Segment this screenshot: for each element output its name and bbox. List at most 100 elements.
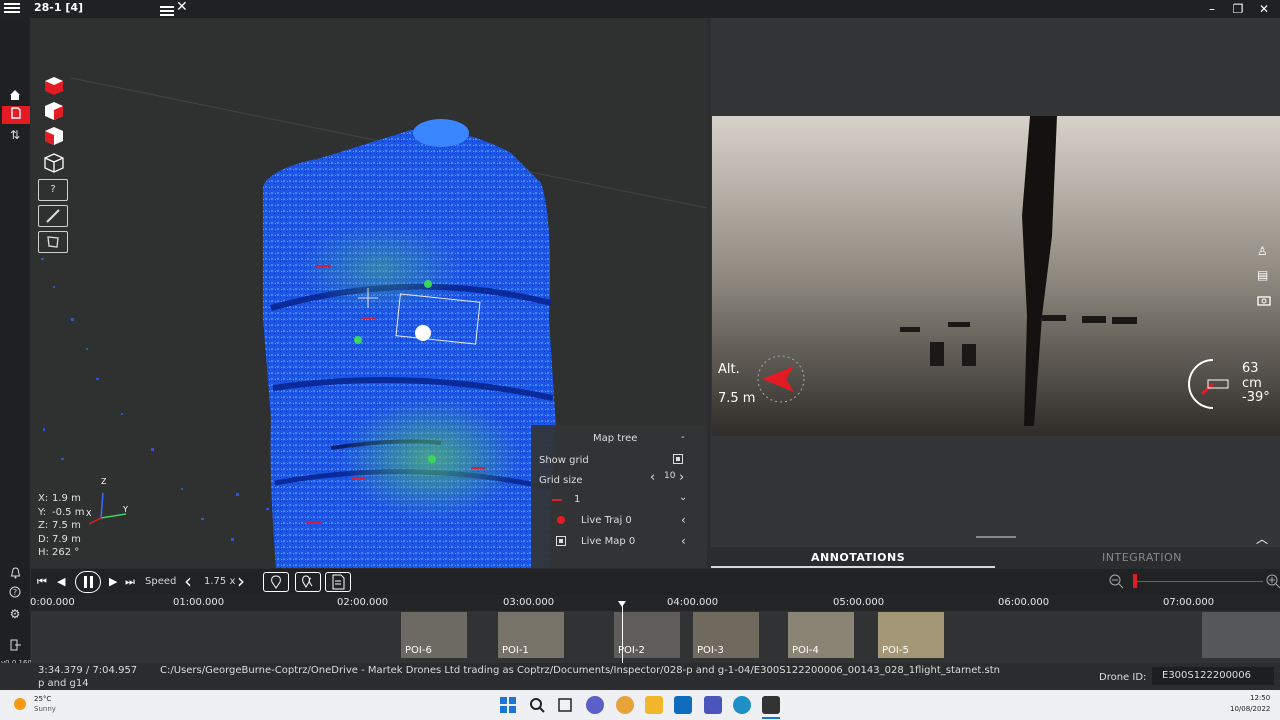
live-map-label: Live Map 0 <box>581 536 636 547</box>
tick-label: 01:00.000 <box>173 597 225 608</box>
bell-icon[interactable] <box>4 566 26 584</box>
pause-button[interactable] <box>75 571 101 593</box>
timeline-end-region <box>1202 612 1280 658</box>
zoom-slider-handle[interactable] <box>1133 574 1137 588</box>
zoom-in-icon[interactable] <box>1265 573 1280 593</box>
skip-start-icon[interactable]: ⏮ <box>37 575 47 589</box>
altitude-compass-icon <box>754 352 808 410</box>
weather-condition: Sunny <box>34 705 56 713</box>
xbox-icon[interactable] <box>733 696 751 714</box>
add-poi-button[interactable] <box>263 572 289 592</box>
list-icon[interactable] <box>160 2 174 16</box>
clipboard-icon[interactable]: ▤ <box>1257 268 1268 282</box>
active-app-indicator <box>762 717 780 719</box>
tab-annotations[interactable]: ANNOTATIONS <box>811 551 905 564</box>
sort-icon[interactable]: ⇅ <box>4 126 26 144</box>
map-tree-collapse-button[interactable]: - <box>681 432 685 443</box>
poi-thumbnail[interactable]: POI-2 <box>614 612 680 658</box>
help-circle-icon[interactable]: ? <box>4 585 26 603</box>
grid-size-decrease-icon[interactable]: ‹ <box>650 470 655 485</box>
outlook-icon[interactable] <box>674 696 692 714</box>
tick-label: 06:00.000 <box>998 597 1050 608</box>
gimbal-gauge-icon <box>1186 356 1240 416</box>
file-explorer-icon[interactable] <box>645 696 663 714</box>
altitude-label: Alt. <box>718 362 740 377</box>
poi-thumbnail[interactable]: POI-1 <box>498 612 564 658</box>
logout-icon[interactable] <box>4 638 26 656</box>
view-cube-front-icon[interactable] <box>43 100 65 126</box>
speed-value: 1.75 x <box>204 576 236 587</box>
close-window-icon[interactable]: ✕ <box>1254 0 1274 18</box>
show-grid-checkbox[interactable] <box>673 454 683 464</box>
svg-text:?: ? <box>13 588 17 597</box>
hamburger-menu-icon[interactable] <box>4 1 20 15</box>
poi-thumbnail[interactable]: POI-4 <box>788 612 854 658</box>
layer-expand-icon[interactable]: ⌄ <box>679 492 687 503</box>
taskbar: 25°C Sunny 12:50 10/08/2022 <box>0 690 1280 720</box>
skip-end-icon[interactable]: ⏭ <box>125 575 135 589</box>
axis-y-label: Y <box>123 505 128 514</box>
angle-value: -39° <box>1242 390 1270 405</box>
search-icon[interactable] <box>528 696 546 714</box>
poi-thumbnail[interactable]: POI-6 <box>401 612 467 658</box>
file-icon[interactable] <box>2 106 30 124</box>
view-cube-iso-icon[interactable] <box>43 152 65 178</box>
measure-area-icon[interactable] <box>38 231 68 253</box>
panel-resize-handle[interactable] <box>976 536 1016 538</box>
poi-thumbnail[interactable]: POI-3 <box>693 612 759 658</box>
tick-label: 05:00.000 <box>833 597 885 608</box>
settings-gear-icon[interactable]: ⚙ <box>4 605 26 623</box>
tab-integration[interactable]: INTEGRATION <box>1102 551 1182 564</box>
live-map-expand-icon[interactable]: ‹ <box>681 534 686 548</box>
home-icon[interactable] <box>4 88 26 106</box>
playhead-marker-icon[interactable] <box>618 601 626 607</box>
step-forward-icon[interactable]: ▶ <box>109 575 117 588</box>
live-traj-dot-icon <box>557 516 565 524</box>
restore-icon[interactable]: ❐ <box>1228 0 1248 18</box>
poi-list-button[interactable] <box>295 572 321 592</box>
weather-temp: 25°C <box>34 695 52 703</box>
windows-start-icon[interactable] <box>499 696 517 714</box>
zoom-slider-track[interactable] <box>1133 581 1263 582</box>
timeline[interactable]: 0:00.000 01:00.000 02:00.000 03:00.000 0… <box>30 595 1280 663</box>
inspector-app-icon[interactable] <box>762 696 780 714</box>
playhead[interactable] <box>622 601 623 663</box>
teams-icon[interactable] <box>704 696 722 714</box>
clock-time: 12:50 <box>1250 694 1271 702</box>
clock-date: 10/08/2022 <box>1230 705 1271 713</box>
panel-collapse-icon[interactable]: ︿ <box>1256 530 1268 547</box>
tick-label: 02:00.000 <box>337 597 389 608</box>
close-tab-icon[interactable]: ✕ <box>176 0 188 15</box>
grid-size-increase-icon[interactable]: › <box>679 470 684 485</box>
file-path: C:/Users/GeorgeBurne-Coptrz/OneDrive - M… <box>160 665 1000 676</box>
minimize-icon[interactable]: – <box>1202 0 1222 18</box>
camera-icon[interactable] <box>1257 291 1271 310</box>
grid-size-value: 10 <box>664 471 676 481</box>
view-cube-side-icon[interactable] <box>43 125 65 151</box>
map-tree-title: Map tree <box>593 433 638 444</box>
speed-increase-icon[interactable]: › <box>237 569 245 593</box>
live-map-checkbox[interactable] <box>556 536 566 546</box>
grid-size-label: Grid size <box>539 475 583 486</box>
file-path-continued: p and g14 <box>38 678 89 689</box>
live-traj-expand-icon[interactable]: ‹ <box>681 513 686 527</box>
speed-decrease-icon[interactable]: ‹ <box>184 569 192 593</box>
help-button[interactable]: ? <box>38 179 68 201</box>
report-button[interactable] <box>325 572 351 592</box>
poi-thumbnail[interactable]: POI-5 <box>878 612 944 658</box>
camera-feed[interactable]: Alt. 7.5 m 63 cm -39° ♙ ▤ <box>712 116 1280 436</box>
chrome-icon[interactable] <box>616 696 634 714</box>
title-bar: 28-1 [4] ✕ – ❐ ✕ <box>0 0 1280 18</box>
map-tree-panel: Map tree - Show grid Grid size ‹ 10 › 1 … <box>531 425 707 568</box>
chat-icon[interactable] <box>586 696 604 714</box>
view-cube-top-icon[interactable] <box>43 75 65 101</box>
weather-sun-icon[interactable] <box>14 698 26 710</box>
step-back-icon[interactable]: ◀ <box>57 575 65 588</box>
layer-color-swatch <box>552 499 562 501</box>
tick-label: 0:00.000 <box>30 597 75 608</box>
robot-icon[interactable]: ♙ <box>1257 244 1268 258</box>
task-view-icon[interactable] <box>556 696 574 714</box>
zoom-out-icon[interactable] <box>1108 573 1124 593</box>
measure-line-icon[interactable] <box>38 205 68 227</box>
show-grid-label: Show grid <box>539 455 589 466</box>
